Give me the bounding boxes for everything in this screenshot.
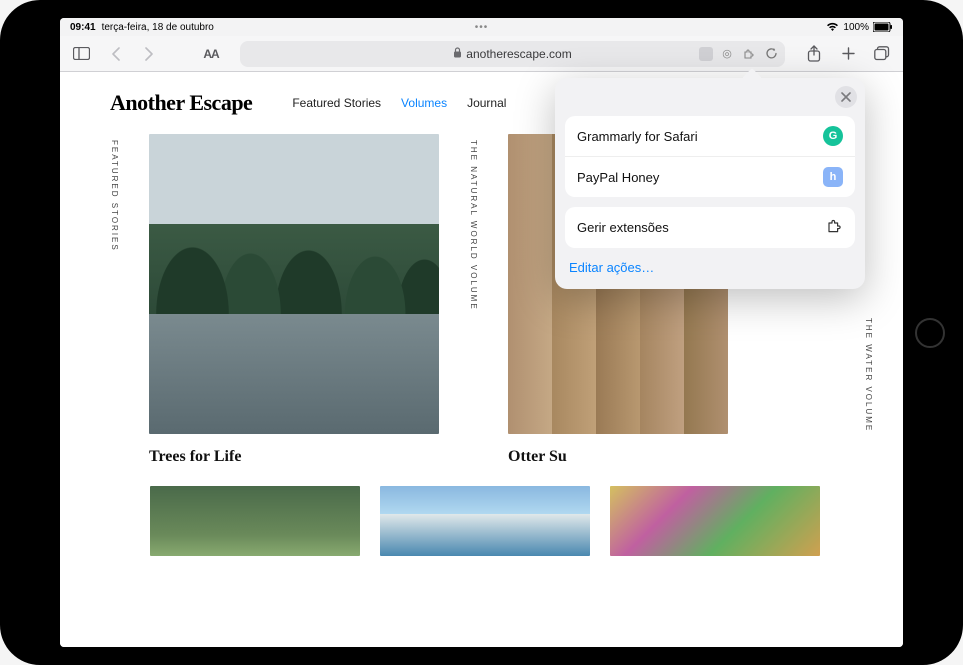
battery-percent: 100% — [843, 22, 869, 33]
card-title-trees: Trees for Life — [149, 448, 439, 466]
thumbnail-mountain[interactable] — [380, 486, 590, 556]
back-button[interactable] — [102, 41, 128, 67]
section-label-natural: THE NATURAL WORLD VOLUME — [469, 134, 478, 311]
thumbnail-flowers[interactable] — [610, 486, 820, 556]
home-button[interactable] — [915, 318, 945, 348]
status-bar: 09:41 terça-feira, 18 de outubro ••• 100… — [60, 18, 903, 36]
section-label-featured: FEATURED STORIES — [110, 134, 119, 252]
extension-item-honey[interactable]: PayPal Honey h — [565, 157, 855, 197]
close-icon[interactable] — [835, 86, 857, 108]
site-nav: Featured Stories Volumes Journal — [292, 96, 506, 110]
text-size-button[interactable]: AA — [198, 41, 224, 67]
screen: 09:41 terça-feira, 18 de outubro ••• 100… — [60, 18, 903, 647]
multitask-dots-icon[interactable]: ••• — [475, 22, 489, 33]
extensions-popover: Grammarly for Safari G PayPal Honey h Ge… — [555, 78, 865, 289]
reload-icon[interactable] — [763, 46, 779, 62]
thumbnail-forest[interactable] — [150, 486, 360, 556]
wifi-icon — [826, 22, 839, 32]
story-card-trees[interactable]: Trees for Life — [149, 134, 439, 466]
edit-actions-link[interactable]: Editar ações… — [565, 248, 855, 279]
reader-icon[interactable] — [699, 47, 713, 61]
extensions-icon[interactable] — [741, 46, 757, 62]
site-brand[interactable]: Another Escape — [110, 90, 252, 116]
puzzle-icon — [825, 217, 843, 238]
extensions-list: Grammarly for Safari G PayPal Honey h — [565, 116, 855, 197]
grammarly-mini-icon[interactable]: ◎ — [719, 46, 735, 62]
status-left: 09:41 terça-feira, 18 de outubro — [70, 22, 214, 33]
section-label-water: THE WATER VOLUME — [864, 312, 873, 432]
nav-featured[interactable]: Featured Stories — [292, 96, 381, 110]
extension-item-grammarly[interactable]: Grammarly for Safari G — [565, 116, 855, 157]
aa-label: AA — [203, 47, 218, 61]
nav-journal[interactable]: Journal — [467, 96, 506, 110]
tabs-button[interactable] — [869, 41, 895, 67]
card-title-otter: Otter Su — [508, 448, 728, 466]
share-button[interactable] — [801, 41, 827, 67]
status-right: 100% — [826, 22, 893, 33]
grammarly-icon: G — [823, 126, 843, 146]
address-bar[interactable]: anotherescape.com ◎ — [240, 41, 785, 67]
manage-label: Gerir extensões — [577, 220, 669, 235]
card-image-trees — [149, 134, 439, 434]
new-tab-button[interactable] — [835, 41, 861, 67]
extension-label: PayPal Honey — [577, 170, 659, 185]
manage-extensions-item[interactable]: Gerir extensões — [565, 207, 855, 248]
lock-icon — [453, 47, 462, 61]
status-time: 09:41 — [70, 22, 96, 33]
manage-list: Gerir extensões — [565, 207, 855, 248]
extension-label: Grammarly for Safari — [577, 129, 698, 144]
url-right-icons: ◎ — [699, 46, 779, 62]
safari-toolbar: AA anotherescape.com ◎ — [60, 36, 903, 72]
battery-icon — [873, 22, 893, 32]
honey-icon: h — [823, 167, 843, 187]
sidebar-toggle-icon[interactable] — [68, 41, 94, 67]
forward-button[interactable] — [136, 41, 162, 67]
status-date: terça-feira, 18 de outubro — [102, 22, 214, 33]
thumbnail-row — [60, 466, 903, 556]
nav-volumes[interactable]: Volumes — [401, 96, 447, 110]
ipad-frame: 09:41 terça-feira, 18 de outubro ••• 100… — [0, 0, 963, 665]
url-text: anotherescape.com — [466, 47, 571, 61]
